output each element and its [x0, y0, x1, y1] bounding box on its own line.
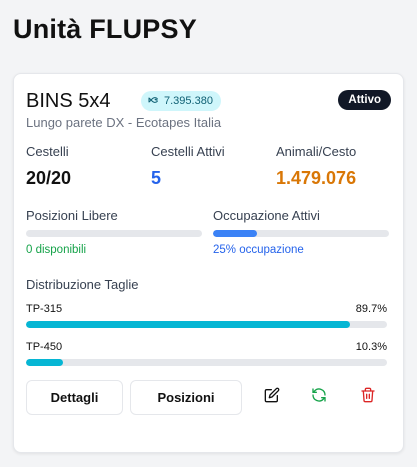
stat-value: 20/20 [26, 168, 72, 188]
unit-location: Lungo parete DX - Ecotapes Italia [26, 115, 222, 130]
active-occupancy-fill [213, 230, 257, 237]
status-badge: Attivo [338, 90, 391, 110]
fish-icon [148, 94, 160, 109]
card-header: BINS 5x4 7.395.380 Attivo Lungo parete D… [26, 88, 391, 134]
unit-name: BINS 5x4 [26, 90, 111, 112]
positions-button[interactable]: Posizioni [130, 380, 242, 415]
active-occupancy-note: 25% occupazione [213, 244, 304, 256]
size-percent: 10.3% [355, 341, 387, 353]
flupsy-unit-card: BINS 5x4 7.395.380 Attivo Lungo parete D… [13, 73, 404, 453]
size-bar-fill [26, 321, 350, 328]
refresh-button[interactable] [304, 382, 334, 412]
stat-value: 1.479.076 [276, 168, 357, 188]
stat-label: Cestelli [26, 144, 69, 159]
size-percent: 89.7% [355, 303, 387, 315]
animal-count-badge: 7.395.380 [141, 91, 221, 111]
refresh-icon [311, 387, 327, 408]
edit-button[interactable] [257, 382, 287, 412]
size-bar [26, 321, 387, 328]
trash-icon [360, 387, 376, 408]
stat-label: Cestelli Attivi [151, 144, 225, 159]
free-positions: Posizioni Libere 0 disponibili [26, 208, 202, 260]
stats-row: Cestelli 20/20 Cestelli Attivi 5 Animali… [26, 144, 391, 200]
size-label: TP-450 [26, 341, 63, 353]
stat-baskets: Cestelli 20/20 [26, 144, 71, 189]
active-occupancy-bar [213, 230, 389, 237]
stat-active-baskets: Cestelli Attivi 5 [151, 144, 225, 189]
free-positions-note: 0 disponibili [26, 244, 87, 256]
stat-value: 5 [151, 168, 162, 188]
details-button[interactable]: Dettagli [26, 380, 123, 415]
delete-button[interactable] [353, 382, 383, 412]
stat-animals-per-basket: Animali/Cesto 1.479.076 [276, 144, 356, 189]
animal-count: 7.395.380 [164, 95, 213, 107]
edit-icon [264, 387, 280, 408]
size-label: TP-315 [26, 303, 63, 315]
size-distribution-row: TP-450 10.3% [26, 341, 387, 379]
free-positions-label: Posizioni Libere [26, 208, 118, 223]
size-distribution-list: TP-315 89.7% TP-450 10.3% [26, 303, 387, 379]
stat-label: Animali/Cesto [276, 144, 357, 159]
active-occupancy: Occupazione Attivi 25% occupazione [213, 208, 389, 260]
page-title: Unità FLUPSY [13, 14, 197, 44]
free-positions-bar [26, 230, 202, 237]
size-distribution-row: TP-315 89.7% [26, 303, 387, 341]
card-actions: Dettagli Posizioni [26, 380, 391, 416]
size-bar-fill [26, 359, 64, 366]
size-distribution-title: Distribuzione Taglie [26, 277, 139, 292]
active-occupancy-label: Occupazione Attivi [213, 208, 320, 223]
size-bar [26, 359, 387, 366]
